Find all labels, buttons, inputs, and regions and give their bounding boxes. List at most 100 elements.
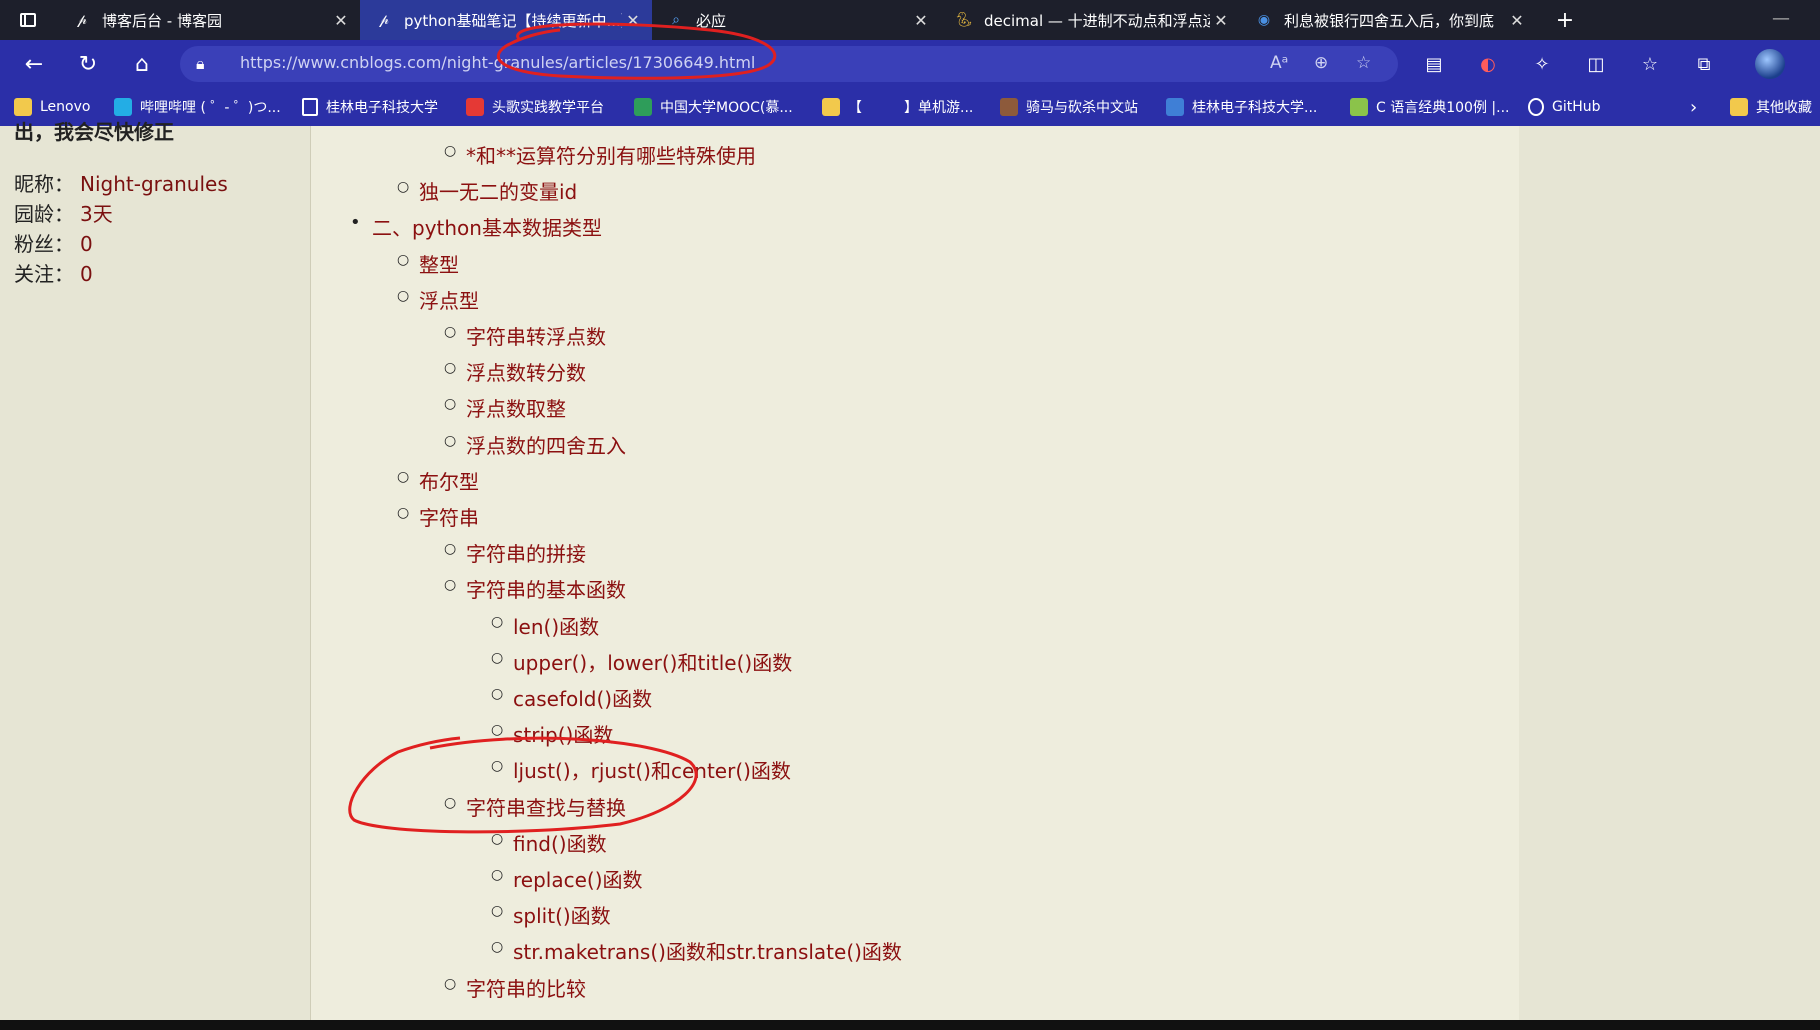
new-tab-button[interactable]: +	[1545, 0, 1585, 40]
profile-value-link[interactable]: Night-granules	[80, 172, 228, 196]
bullet-circle-icon: ○	[491, 939, 504, 956]
toc-link[interactable]: casefold()函数	[513, 687, 652, 711]
toc-link[interactable]: find()函数	[513, 832, 607, 856]
toc-item[interactable]: ○ upper()，lower()和title()函数	[491, 647, 792, 676]
toc-item[interactable]: ○ ljust()，rjust()和center()函数	[491, 755, 791, 784]
browser-tab[interactable]: 𝓅 博客后台 - 博客园 ✕	[58, 0, 360, 40]
bookmark-item[interactable]: 其他收藏	[1730, 88, 1812, 126]
toc-link[interactable]: ljust()，rjust()和center()函数	[513, 759, 791, 783]
profile-value-link[interactable]: 3天	[80, 202, 113, 226]
toc-link[interactable]: 浮点数的四舍五入	[466, 434, 626, 458]
close-tab-icon[interactable]: ✕	[1210, 11, 1232, 30]
bookmark-item[interactable]: 桂林电子科技大学...	[1166, 88, 1317, 126]
toc-item[interactable]: ○ 字符串的拼接	[444, 538, 586, 567]
profile-value-link[interactable]: 0	[80, 232, 93, 256]
toc-item[interactable]: ○ 浮点数转分数	[444, 357, 586, 386]
tab-actions-button[interactable]	[0, 0, 56, 40]
bookmark-item[interactable]: 中国大学MOOC(慕...	[634, 88, 793, 126]
bookmark-label: 头歌实践教学平台	[492, 100, 604, 116]
toc-item[interactable]: ○ strip()函数	[491, 719, 613, 748]
bullet-circle-icon: ○	[491, 758, 504, 775]
toc-link[interactable]: 整型	[419, 253, 459, 277]
bullet-circle-icon: ○	[491, 830, 504, 847]
toc-item[interactable]: ○ 字符串转浮点数	[444, 321, 606, 350]
toc-link[interactable]: 布尔型	[419, 470, 479, 494]
refresh-button[interactable]: ↻	[66, 40, 110, 88]
collections-button[interactable]: ⧉	[1682, 40, 1726, 88]
url-text[interactable]: https://www.cnblogs.com/night-granules/a…	[240, 53, 755, 72]
toc-item[interactable]: ○ replace()函数	[491, 864, 643, 893]
collections-side-button[interactable]: ▤	[1412, 40, 1456, 88]
close-tab-icon[interactable]: ✕	[330, 11, 352, 30]
toc-link[interactable]: 字符串查找与替换	[466, 796, 626, 820]
address-bar[interactable]: 🔒︎ https://www.cnblogs.com/night-granule…	[180, 46, 1398, 82]
toc-link[interactable]: split()函数	[513, 904, 611, 928]
browser-tab[interactable]: ⌕ 必应 ✕	[652, 0, 940, 40]
browser-tab[interactable]: 🐍︎ decimal — 十进制不动点和浮点运算 ✕	[940, 0, 1240, 40]
toc-item[interactable]: ○ casefold()函数	[491, 683, 652, 712]
toc-link[interactable]: 独一无二的变量id	[419, 180, 577, 204]
toc-item[interactable]: ○ 浮点型	[397, 285, 479, 314]
toc-item[interactable]: ○ 字符串查找与替换	[444, 792, 626, 821]
toc-item[interactable]: ○ split()函数	[491, 900, 611, 929]
toc-link[interactable]: 浮点型	[419, 289, 479, 313]
toc-link[interactable]: replace()函数	[513, 868, 643, 892]
minimize-button[interactable]: —	[1772, 8, 1790, 29]
bullet-circle-icon: ○	[397, 251, 410, 268]
toc-link[interactable]: str.maketrans()函数和str.translate()函数	[513, 940, 902, 964]
toc-link[interactable]: 字符串转浮点数	[466, 325, 606, 349]
extension-button[interactable]: ◐	[1466, 40, 1510, 88]
close-tab-icon[interactable]: ✕	[622, 11, 644, 30]
home-button[interactable]: ⌂	[120, 40, 164, 88]
add-favorite-icon[interactable]: ☆	[1356, 53, 1371, 73]
bookmark-item[interactable]: GitHub	[1528, 88, 1601, 126]
toc-item[interactable]: ○ len()函数	[491, 611, 599, 640]
bookmark-item[interactable]: 桂林电子科技大学	[302, 88, 438, 126]
toc-item[interactable]: ○ 布尔型	[397, 466, 479, 495]
toc-item[interactable]: ○ find()函数	[491, 828, 607, 857]
zoom-icon[interactable]: ⊕	[1314, 53, 1328, 73]
toc-item[interactable]: ○ 整型	[397, 249, 459, 278]
bookmark-item[interactable]: 头歌实践教学平台	[466, 88, 604, 126]
read-aloud-icon[interactable]: Aᵃ	[1270, 53, 1288, 73]
toc-item[interactable]: ○ str.maketrans()函数和str.translate()函数	[491, 936, 902, 965]
profile-avatar[interactable]	[1755, 49, 1785, 79]
toc-item[interactable]: • 二、python基本数据类型	[350, 212, 602, 241]
bookmark-item[interactable]: C 语言经典100例 |...	[1350, 88, 1509, 126]
browser-tab[interactable]: 𝓅 python基础笔记【持续更新中...】 ✕	[360, 0, 652, 40]
toc-link[interactable]: strip()函数	[513, 723, 613, 747]
toc-link[interactable]: upper()，lower()和title()函数	[513, 651, 792, 675]
toc-link[interactable]: 字符串的比较	[466, 977, 586, 1001]
toc-link[interactable]: 二、python基本数据类型	[372, 216, 602, 240]
toc-item[interactable]: ○ 浮点数的四舍五入	[444, 430, 626, 459]
toc-item[interactable]: ○ *和**运算符分别有哪些特殊使用	[444, 140, 756, 169]
close-tab-icon[interactable]: ✕	[1506, 11, 1528, 30]
bookmark-item[interactable]: 骑马与砍杀中文站	[1000, 88, 1138, 126]
chevron-right-icon: ›	[1690, 96, 1698, 118]
favorites-button[interactable]: ☆	[1628, 40, 1672, 88]
split-screen-button[interactable]: ◫	[1574, 40, 1618, 88]
toc-link[interactable]: 字符串的拼接	[466, 542, 586, 566]
toc-item[interactable]: ○ 浮点数取整	[444, 393, 566, 422]
abp-icon	[1166, 98, 1184, 116]
toc-link[interactable]: 字符串的基本函数	[466, 578, 626, 602]
toc-link[interactable]: 字符串	[419, 506, 479, 530]
bullet-circle-icon: ○	[444, 541, 457, 558]
toc-link[interactable]: 浮点数转分数	[466, 361, 586, 385]
browser-tab[interactable]: ◉ 利息被银行四舍五入后，你到底 ✕	[1240, 0, 1536, 40]
extensions-button[interactable]: ✧	[1520, 40, 1564, 88]
toc-link[interactable]: 浮点数取整	[466, 397, 566, 421]
tab-title: python基础笔记【持续更新中...】	[404, 11, 622, 30]
back-button[interactable]: ←	[12, 40, 56, 88]
profile-value-link[interactable]: 0	[80, 262, 93, 286]
toc-item[interactable]: ○ 字符串	[397, 502, 479, 531]
toc-link[interactable]: *和**运算符分别有哪些特殊使用	[466, 144, 756, 168]
close-tab-icon[interactable]: ✕	[910, 11, 932, 30]
toc-link[interactable]: len()函数	[513, 615, 599, 639]
bookmark-item[interactable]: 【 】单机游...	[822, 88, 973, 126]
toc-item[interactable]: ○ 字符串的基本函数	[444, 574, 626, 603]
toc-item[interactable]: ○ 字符串的比较	[444, 973, 586, 1002]
bookmarks-more-button[interactable]: ›	[1690, 88, 1697, 126]
bullet-circle-icon: ○	[491, 686, 504, 702]
toc-item[interactable]: ○ 独一无二的变量id	[397, 176, 577, 205]
